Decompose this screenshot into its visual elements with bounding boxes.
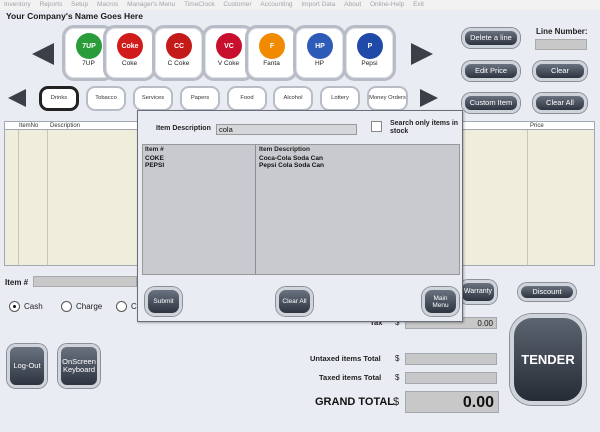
item-number-label: Item # bbox=[5, 278, 29, 287]
c-coke-logo-icon: CC bbox=[166, 33, 192, 59]
menu-import-data[interactable]: Import Data bbox=[297, 0, 338, 10]
delete-line-button[interactable]: Delete a line bbox=[462, 28, 520, 48]
custom-item-button[interactable]: Custom Item bbox=[462, 93, 520, 113]
product-label: Pepsi bbox=[361, 60, 378, 67]
col-price: Price bbox=[530, 123, 544, 129]
menu-about[interactable]: About bbox=[340, 0, 364, 10]
category-drinks[interactable]: Drinks bbox=[39, 86, 79, 111]
hp-logo-icon: HP bbox=[307, 33, 333, 59]
radio-icon bbox=[61, 301, 72, 312]
grand-total-currency: $ bbox=[393, 396, 400, 408]
payment-cash-label: Cash bbox=[24, 302, 43, 311]
menu-setup[interactable]: Setup bbox=[67, 0, 91, 10]
result-item[interactable]: PEPSI bbox=[145, 162, 164, 169]
coke-logo-icon: Coke bbox=[117, 33, 143, 59]
item-description-label: Item Description bbox=[156, 125, 211, 132]
search-results-list[interactable]: Item # Item Description COKE Coca-Cola S… bbox=[142, 144, 460, 275]
results-col-description: Item Description bbox=[259, 146, 310, 153]
result-item[interactable]: COKE bbox=[145, 155, 164, 162]
grand-total-value: 0.00 bbox=[405, 391, 499, 413]
product-label: HP bbox=[314, 60, 325, 67]
category-alcohol[interactable]: Alcohol bbox=[273, 86, 313, 111]
pepsi-logo-icon: P bbox=[357, 33, 383, 59]
product-label: Coke bbox=[121, 60, 138, 67]
main-menu-button[interactable]: Main Menu bbox=[422, 287, 459, 316]
menu-online-help[interactable]: Online-Help bbox=[366, 0, 407, 10]
menu-macros[interactable]: Macros bbox=[93, 0, 121, 10]
onscreen-keyboard-button[interactable]: OnScreen Keyboard bbox=[58, 344, 100, 388]
category-papers[interactable]: Papers bbox=[180, 86, 220, 111]
categories-prev-arrow-icon[interactable] bbox=[8, 89, 26, 107]
col-description: Description bbox=[50, 123, 81, 129]
product-pepsi[interactable]: P Pepsi bbox=[343, 25, 396, 81]
payment-other-label: C bbox=[131, 302, 137, 311]
product-c-coke[interactable]: CC C Coke bbox=[152, 25, 205, 81]
untaxed-currency: $ bbox=[395, 354, 400, 363]
category-tobacco[interactable]: Tobacco bbox=[86, 86, 126, 111]
taxed-currency: $ bbox=[395, 373, 400, 382]
grand-total-label: GRAND TOTAL bbox=[315, 396, 395, 408]
discount-button[interactable]: Discount bbox=[518, 283, 576, 301]
submit-button[interactable]: Submit bbox=[145, 287, 182, 316]
radio-selected-icon bbox=[9, 301, 20, 312]
menu-accounting[interactable]: Accounting bbox=[256, 0, 295, 10]
in-stock-checkbox[interactable] bbox=[371, 121, 382, 132]
company-name: Your Company's Name Goes Here bbox=[6, 11, 143, 21]
category-lottery[interactable]: Lottery bbox=[320, 86, 360, 111]
result-description[interactable]: Coca-Cola Soda Can bbox=[259, 155, 323, 162]
product-label: C Coke bbox=[167, 60, 190, 67]
payment-other-radio[interactable]: C bbox=[116, 301, 137, 312]
log-out-button[interactable]: Log-Out bbox=[7, 344, 47, 388]
untaxed-total-value bbox=[405, 353, 497, 365]
line-number-label: Line Number: bbox=[536, 27, 588, 36]
warranty-button[interactable]: Warranty bbox=[459, 280, 497, 304]
categories-next-arrow-icon[interactable] bbox=[420, 89, 438, 107]
taxed-total-label: Taxed items Total bbox=[319, 373, 382, 382]
col-itemno: ItemNo bbox=[19, 123, 39, 129]
item-number-input[interactable] bbox=[33, 276, 137, 287]
taxed-total-value bbox=[405, 372, 497, 384]
category-services[interactable]: Services bbox=[133, 86, 173, 111]
item-search-dialog: Item Description cola Search only items … bbox=[137, 110, 463, 322]
edit-price-button[interactable]: Edit Price bbox=[462, 61, 520, 81]
7up-logo-icon: 7UP bbox=[76, 33, 102, 59]
category-food[interactable]: Food bbox=[227, 86, 267, 111]
result-description[interactable]: Pepsi Cola Soda Can bbox=[259, 162, 324, 169]
product-label: Fanta bbox=[263, 60, 280, 67]
results-col-item: Item # bbox=[145, 146, 164, 153]
category-money-orders[interactable]: Money Orders bbox=[367, 86, 408, 111]
fanta-logo-icon: F bbox=[259, 33, 285, 59]
radio-icon bbox=[116, 301, 127, 312]
menu-bar: Inventory Reports Setup Macros Manager's… bbox=[0, 0, 600, 10]
payment-charge-label: Charge bbox=[76, 302, 103, 311]
menu-customer[interactable]: Customer bbox=[219, 0, 254, 10]
product-coke[interactable]: Coke Coke bbox=[103, 25, 156, 81]
clear-all-button[interactable]: Clear All bbox=[533, 93, 587, 113]
payment-charge-radio[interactable]: Charge bbox=[61, 301, 102, 312]
v-coke-logo-icon: VC bbox=[216, 33, 242, 59]
dialog-clear-all-button[interactable]: Clear All bbox=[276, 287, 313, 316]
menu-managers-menu[interactable]: Manager's Menu bbox=[123, 0, 178, 10]
clear-button[interactable]: Clear bbox=[533, 61, 587, 81]
product-hp[interactable]: HP HP bbox=[293, 25, 346, 81]
item-description-input[interactable]: cola bbox=[216, 124, 357, 135]
menu-timeclock[interactable]: TimeClock bbox=[180, 0, 217, 10]
menu-inventory[interactable]: Inventory bbox=[0, 0, 34, 10]
product-fanta[interactable]: F Fanta bbox=[245, 25, 298, 81]
menu-exit[interactable]: Exit bbox=[409, 0, 427, 10]
tender-button[interactable]: TENDER bbox=[510, 314, 586, 405]
products-next-arrow-icon[interactable] bbox=[411, 43, 433, 65]
menu-reports[interactable]: Reports bbox=[36, 0, 66, 10]
products-prev-arrow-icon[interactable] bbox=[32, 43, 54, 65]
payment-cash-radio[interactable]: Cash bbox=[9, 301, 43, 312]
untaxed-total-label: Untaxed items Total bbox=[310, 354, 381, 363]
in-stock-label: Search only items in stock bbox=[390, 120, 459, 135]
line-number-field[interactable] bbox=[535, 39, 587, 50]
